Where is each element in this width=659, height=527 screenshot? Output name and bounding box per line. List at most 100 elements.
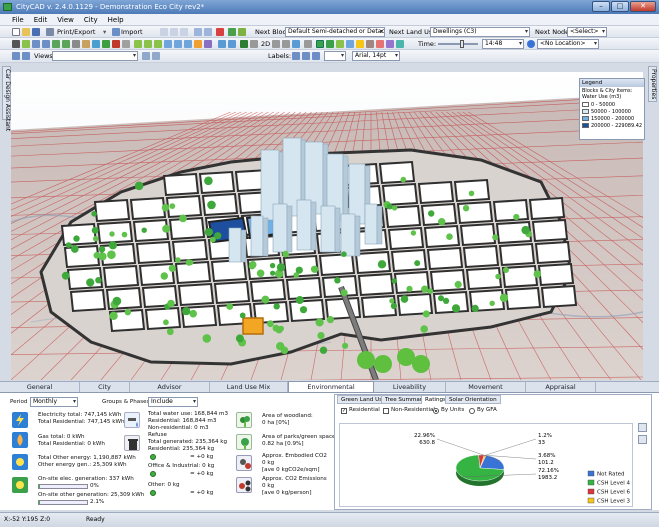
close-button[interactable]: ✕ bbox=[630, 1, 656, 12]
delete-icon[interactable] bbox=[216, 28, 224, 36]
fly-icon[interactable] bbox=[304, 40, 312, 48]
rotate-icon[interactable] bbox=[42, 40, 50, 48]
railway-tool-icon[interactable] bbox=[72, 40, 80, 48]
cut-icon[interactable] bbox=[160, 28, 168, 36]
city-block[interactable] bbox=[537, 262, 575, 287]
city-block[interactable] bbox=[462, 244, 500, 269]
tree-tool-icon[interactable] bbox=[238, 28, 246, 36]
label-color-icon[interactable] bbox=[312, 52, 320, 60]
add-node-icon[interactable] bbox=[22, 40, 30, 48]
plot-tool-icon[interactable] bbox=[52, 40, 60, 48]
city-block[interactable] bbox=[384, 204, 422, 229]
tower-block[interactable] bbox=[340, 213, 356, 257]
menu-edit[interactable]: Edit bbox=[34, 14, 48, 25]
highlight-icon[interactable] bbox=[194, 40, 202, 48]
city-block[interactable] bbox=[318, 252, 356, 277]
group-icon[interactable] bbox=[204, 40, 212, 48]
city-block[interactable] bbox=[498, 242, 536, 267]
open-folder-icon[interactable] bbox=[22, 28, 30, 36]
mode-2d-button[interactable]: 2D bbox=[261, 38, 270, 50]
city-block[interactable] bbox=[168, 216, 206, 241]
menu-help[interactable]: Help bbox=[108, 14, 124, 25]
time-input[interactable]: 14:48 bbox=[482, 39, 524, 49]
city-block[interactable] bbox=[213, 280, 251, 305]
properties-tab[interactable]: Properties bbox=[648, 66, 657, 102]
terrain-icon[interactable] bbox=[366, 40, 374, 48]
city-block[interactable] bbox=[387, 226, 425, 251]
landmark-plot[interactable] bbox=[242, 317, 264, 335]
city-block[interactable] bbox=[69, 288, 107, 313]
city-block[interactable] bbox=[135, 240, 173, 265]
label-color-select[interactable] bbox=[324, 51, 346, 61]
city-block[interactable] bbox=[378, 160, 416, 185]
measure-tool-icon[interactable] bbox=[122, 40, 130, 48]
layers-icon[interactable] bbox=[240, 40, 248, 48]
city-block[interactable] bbox=[96, 220, 134, 245]
perspective-icon[interactable] bbox=[272, 40, 280, 48]
chevron-down-icon[interactable]: ▾ bbox=[103, 26, 106, 38]
maximize-button[interactable]: □ bbox=[611, 1, 629, 12]
paste-icon[interactable] bbox=[180, 28, 188, 36]
tower-block[interactable] bbox=[272, 203, 288, 253]
walk-icon[interactable] bbox=[292, 40, 300, 48]
minimize-button[interactable]: – bbox=[592, 1, 610, 12]
new-file-icon[interactable] bbox=[12, 28, 20, 36]
water-tool-icon[interactable] bbox=[92, 40, 100, 48]
label-size-icon[interactable] bbox=[302, 52, 310, 60]
by-units-radio[interactable] bbox=[433, 408, 439, 414]
car-design-assistant-tab[interactable]: Car Design Assistant bbox=[2, 66, 11, 131]
city-3d-scene[interactable] bbox=[11, 72, 643, 380]
zoom-out-icon[interactable] bbox=[228, 40, 236, 48]
tree-area-icon[interactable] bbox=[154, 40, 162, 48]
street-tool-icon[interactable] bbox=[62, 40, 70, 48]
city-block[interactable] bbox=[534, 240, 572, 265]
import-button[interactable]: Import bbox=[121, 26, 143, 38]
view-forward-icon[interactable] bbox=[22, 52, 30, 60]
move-icon[interactable] bbox=[32, 40, 40, 48]
menu-file[interactable]: File bbox=[12, 14, 24, 25]
city-block[interactable] bbox=[492, 198, 530, 223]
legend-toggle-icon[interactable] bbox=[386, 40, 394, 48]
city-block[interactable] bbox=[459, 222, 497, 247]
groups-phases-select[interactable]: Include bbox=[148, 397, 198, 407]
menu-view[interactable]: View bbox=[57, 14, 74, 25]
residential-checkbox[interactable]: ✓ bbox=[341, 408, 347, 414]
city-block[interactable] bbox=[504, 286, 542, 311]
tree-add-icon[interactable] bbox=[134, 40, 142, 48]
font-select[interactable]: Arial, 14pt bbox=[352, 51, 400, 61]
menu-city[interactable]: City bbox=[84, 14, 98, 25]
city-block[interactable] bbox=[456, 200, 494, 225]
block-tool-icon[interactable] bbox=[228, 28, 236, 36]
city-3d-viewport[interactable] bbox=[11, 72, 643, 380]
city-block[interactable] bbox=[423, 224, 461, 249]
next-block-select[interactable]: Default Semi-detached or Detache... bbox=[285, 27, 385, 37]
undo-icon[interactable] bbox=[194, 28, 202, 36]
city-block[interactable] bbox=[357, 272, 395, 297]
city-block[interactable] bbox=[174, 260, 212, 285]
city-block[interactable] bbox=[93, 198, 131, 223]
sky-icon[interactable] bbox=[346, 40, 354, 48]
chart-options-icon[interactable] bbox=[638, 435, 647, 444]
redo-icon[interactable] bbox=[204, 28, 212, 36]
save-icon[interactable] bbox=[32, 28, 40, 36]
city-block[interactable] bbox=[453, 178, 491, 203]
tower-block[interactable] bbox=[320, 205, 336, 253]
city-block[interactable] bbox=[429, 268, 467, 293]
label-show-icon[interactable] bbox=[292, 52, 300, 60]
next-land-use-select[interactable]: Dwellings (C3) bbox=[430, 27, 530, 37]
city-block[interactable] bbox=[417, 180, 455, 205]
tower-block[interactable] bbox=[364, 203, 378, 245]
copy-chart-icon[interactable] bbox=[638, 423, 647, 432]
zone-tool-icon[interactable] bbox=[164, 40, 172, 48]
city-block[interactable] bbox=[432, 290, 470, 315]
pointer-icon[interactable] bbox=[12, 40, 20, 48]
city-block[interactable] bbox=[426, 246, 464, 271]
city-block[interactable] bbox=[60, 222, 98, 247]
tree-display-icon[interactable] bbox=[336, 40, 344, 48]
print-icon[interactable] bbox=[46, 28, 54, 36]
time-slider[interactable] bbox=[438, 40, 478, 48]
non-residential-checkbox[interactable] bbox=[383, 408, 389, 414]
tree-row-icon[interactable] bbox=[144, 40, 152, 48]
city-block[interactable] bbox=[390, 248, 428, 273]
shadow-icon[interactable] bbox=[326, 40, 334, 48]
